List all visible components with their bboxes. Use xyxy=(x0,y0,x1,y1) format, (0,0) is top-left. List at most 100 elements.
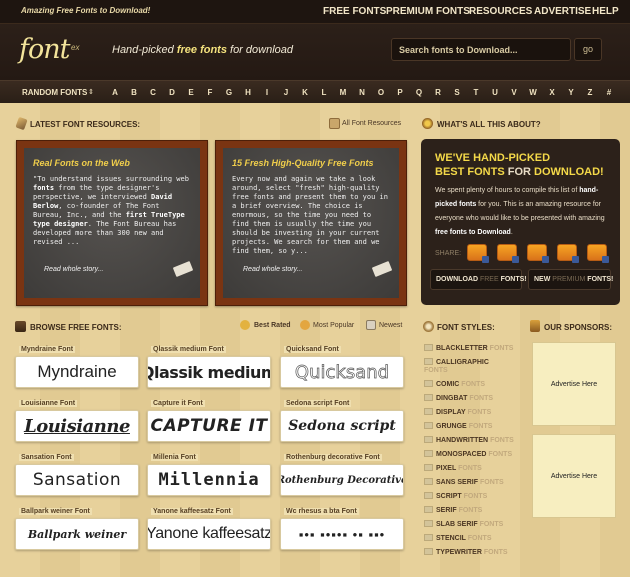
letter-link-h[interactable]: H xyxy=(242,88,254,97)
letter-link-p[interactable]: P xyxy=(394,88,406,97)
style-link-pixel[interactable]: PIXEL FONTS xyxy=(424,464,482,475)
about-title-line1: WE'VE HAND-PICKED xyxy=(435,152,551,164)
letter-link-e[interactable]: E xyxy=(185,88,197,97)
advertise-slot-1[interactable]: Advertise Here xyxy=(532,342,616,426)
style-link-display[interactable]: DISPLAY FONTS xyxy=(424,408,491,419)
style-link-dingbat[interactable]: DINGBAT FONTS xyxy=(424,394,493,405)
font-label[interactable]: Louisianne Font xyxy=(19,400,78,407)
letter-link-s[interactable]: S xyxy=(451,88,463,97)
font-preview[interactable]: Louisianne xyxy=(15,410,139,442)
letter-link-q[interactable]: Q xyxy=(413,88,425,97)
read-more-link[interactable]: Read whole story... xyxy=(44,266,103,273)
style-link-serif[interactable]: SERIF FONTS xyxy=(424,506,482,517)
letter-link-v[interactable]: V xyxy=(508,88,520,97)
style-link-sans-serif[interactable]: SANS SERIF FONTS xyxy=(424,478,504,489)
font-preview[interactable]: Millennia xyxy=(147,464,271,496)
font-preview[interactable]: Yanone kaffeesatz xyxy=(147,518,271,550)
font-label[interactable]: Ballpark weiner Font xyxy=(19,508,92,515)
stumbleupon-share-icon[interactable] xyxy=(587,244,609,263)
font-preview[interactable]: Sedona script xyxy=(280,410,404,442)
style-link-typewriter[interactable]: TYPEWRITER FONTS xyxy=(424,548,508,559)
letter-link-u[interactable]: U xyxy=(489,88,501,97)
font-preview[interactable]: Quicksand xyxy=(280,356,404,388)
site-logo[interactable]: font ex xyxy=(19,34,89,70)
font-label[interactable]: Qlassik medium Font xyxy=(151,346,226,353)
style-link-script[interactable]: SCRIPT FONTS xyxy=(424,492,487,503)
style-link-blackletter[interactable]: BLACKLETTER FONTS xyxy=(424,344,513,355)
letter-link-r[interactable]: R xyxy=(432,88,444,97)
facebook-share-icon[interactable] xyxy=(467,244,489,263)
letter-link-n[interactable]: N xyxy=(356,88,368,97)
font-preview[interactable]: Myndraine xyxy=(15,356,139,388)
search-input[interactable] xyxy=(391,38,571,61)
style-link-calligraphic[interactable]: CALLIGRAPHIC FONTS xyxy=(424,358,489,374)
new-premium-fonts-button[interactable]: NEW PREMIUM FONTS! xyxy=(528,269,613,290)
digg-share-icon[interactable] xyxy=(527,244,549,263)
style-link-slab-serif[interactable]: SLAB SERIF FONTS xyxy=(424,520,503,531)
resource-card-1[interactable]: Real Fonts on the Web "To understand iss… xyxy=(16,140,208,306)
style-link-stencil[interactable]: STENCIL FONTS xyxy=(424,534,492,545)
letter-link-c[interactable]: C xyxy=(147,88,159,97)
style-link-comic[interactable]: COMIC FONTS xyxy=(424,380,485,391)
nav-advertise[interactable]: ADVERTISE xyxy=(534,6,591,17)
search-go-button[interactable]: go xyxy=(574,38,602,61)
folder-icon xyxy=(424,450,433,457)
font-label[interactable]: Rothenburg decorative Font xyxy=(284,454,382,461)
style-link-grunge[interactable]: GRUNGE FONTS xyxy=(424,422,492,433)
font-label[interactable]: Capture it Font xyxy=(151,400,205,407)
random-fonts-link[interactable]: RANDOM FONTS xyxy=(22,88,87,97)
read-more-link[interactable]: Read whole story... xyxy=(243,266,302,273)
random-arrows-icon: ⇕ xyxy=(88,89,94,96)
share-label: SHARE: xyxy=(435,250,462,257)
letter-link-x[interactable]: X xyxy=(546,88,558,97)
font-preview[interactable]: Sansation xyxy=(15,464,139,496)
tab-best-rated[interactable]: Best Rated xyxy=(254,322,291,329)
resource-title[interactable]: Real Fonts on the Web xyxy=(33,158,130,168)
letter-link-y[interactable]: Y xyxy=(565,88,577,97)
disc-icon xyxy=(423,321,434,332)
font-label[interactable]: Sansation Font xyxy=(19,454,74,461)
letter-link-m[interactable]: M xyxy=(337,88,349,97)
style-link-monospaced[interactable]: MONOSPACED FONTS xyxy=(424,450,512,461)
font-label[interactable]: Sedona script Font xyxy=(284,400,352,407)
letter-link-w[interactable]: W xyxy=(527,88,539,97)
advertise-slot-2[interactable]: Advertise Here xyxy=(532,434,616,518)
delicious-share-icon[interactable] xyxy=(557,244,579,263)
letter-link-a[interactable]: A xyxy=(109,88,121,97)
letter-link-o[interactable]: O xyxy=(375,88,387,97)
nav-help[interactable]: HELP xyxy=(592,6,619,17)
nav-premium-fonts[interactable]: PREMIUM FONTS xyxy=(386,6,470,17)
nav-resources[interactable]: RESOURCES xyxy=(469,6,532,17)
font-preview[interactable]: CAPTURE IT xyxy=(147,410,271,442)
resource-title[interactable]: 15 Fresh High-Quality Free Fonts xyxy=(232,158,374,168)
letter-link-z[interactable]: Z xyxy=(584,88,596,97)
letter-link-f[interactable]: F xyxy=(204,88,216,97)
nav-free-fonts[interactable]: FREE FONTS xyxy=(323,6,386,17)
letter-link-g[interactable]: G xyxy=(223,88,235,97)
font-preview[interactable]: Qlassik medium xyxy=(147,356,271,388)
letter-link-t[interactable]: T xyxy=(470,88,482,97)
style-suffix: FONTS xyxy=(467,409,492,416)
download-free-fonts-button[interactable]: DOWNLOAD FREE FONTS! xyxy=(430,269,527,290)
font-preview[interactable]: Ballpark weiner xyxy=(15,518,139,550)
twitter-share-icon[interactable] xyxy=(497,244,519,263)
font-label[interactable]: Quicksand Font xyxy=(284,346,341,353)
tab-newest[interactable]: Newest xyxy=(379,322,402,329)
letter-link-d[interactable]: D xyxy=(166,88,178,97)
style-link-handwritten[interactable]: HANDWRITTEN FONTS xyxy=(424,436,514,447)
font-preview[interactable]: ▪•▪ ▪•▪•▪ •▪ ▪▪• xyxy=(280,518,404,550)
letter-link-j[interactable]: J xyxy=(280,88,292,97)
font-preview[interactable]: Rothenburg Decorative xyxy=(280,464,404,496)
font-label[interactable]: Millenia Font xyxy=(151,454,198,461)
tab-most-popular[interactable]: Most Popular xyxy=(313,322,354,329)
font-label[interactable]: Wc rhesus a bta Font xyxy=(284,508,359,515)
font-label[interactable]: Myndraine Font xyxy=(19,346,76,353)
letter-link-b[interactable]: B xyxy=(128,88,140,97)
letter-link-i[interactable]: I xyxy=(261,88,273,97)
letter-link-l[interactable]: L xyxy=(318,88,330,97)
letter-link-k[interactable]: K xyxy=(299,88,311,97)
all-resources-link[interactable]: All Font Resources xyxy=(342,120,401,127)
resource-card-2[interactable]: 15 Fresh High-Quality Free Fonts Every n… xyxy=(215,140,407,306)
font-label[interactable]: Yanone kaffeesatz Font xyxy=(151,508,233,515)
letter-link-hash[interactable]: # xyxy=(603,88,615,97)
